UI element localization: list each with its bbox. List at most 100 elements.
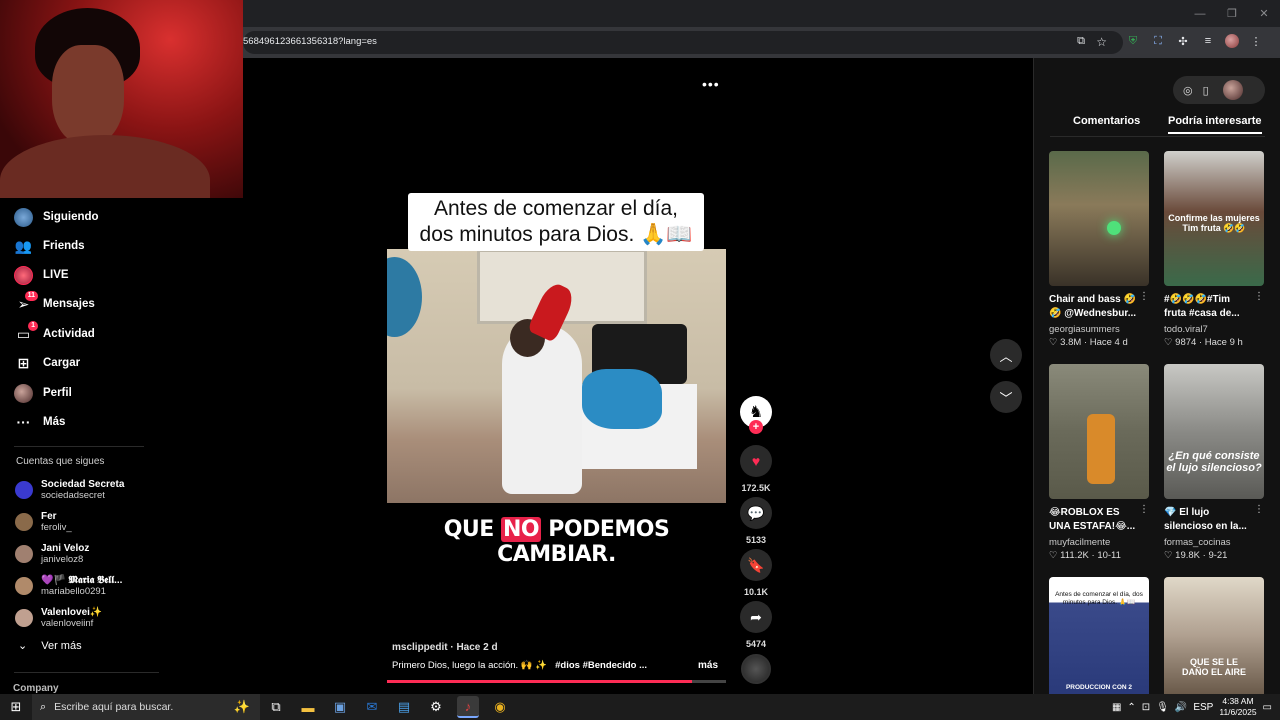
suggested-video-card[interactable]: QUE SE LE DAÑO EL AIRE xyxy=(1164,577,1264,694)
card-more-icon[interactable]: ⋮ xyxy=(1254,504,1264,515)
suggested-video-card[interactable]: Chair and bass 🤣 ⋮ 🤣 @Wednesbur... georg… xyxy=(1049,151,1149,348)
more-options-icon[interactable]: ••• xyxy=(702,76,720,92)
suggested-video-card[interactable]: Antes de comenzar el día, dos minutos pa… xyxy=(1049,577,1149,694)
tab-comentarios[interactable]: Comentarios xyxy=(1073,115,1140,127)
card-more-icon[interactable]: ⋮ xyxy=(1139,291,1149,302)
sidebar-item-friends[interactable]: 👥 Friends xyxy=(14,234,85,258)
video-thumbnail[interactable] xyxy=(1049,151,1149,286)
reading-list-icon[interactable]: ≡ xyxy=(1200,33,1216,49)
bookmark-star-icon[interactable]: ☆ xyxy=(1096,35,1107,49)
sidebar-item-perfil[interactable]: Perfil xyxy=(14,381,72,405)
followed-account[interactable]: Fer feroliv_ xyxy=(15,511,72,533)
next-video-button[interactable]: ﹀ xyxy=(990,381,1022,413)
followed-account[interactable]: Sociedad Secreta sociedadsecret xyxy=(15,479,124,501)
task-view-icon[interactable]: ⧉ xyxy=(265,696,287,718)
app-icon[interactable]: ▤ xyxy=(393,696,415,718)
volume-icon[interactable]: 🔊 xyxy=(1175,702,1187,713)
video-thumbnail[interactable]: Confirme las mujeres Tim fruta 🤣🤣 xyxy=(1164,151,1264,286)
video-thumbnail[interactable] xyxy=(1049,364,1149,499)
install-app-icon[interactable]: ⧉ xyxy=(1077,35,1085,48)
card-likes: 111.2K xyxy=(1060,550,1089,561)
follow-plus-button[interactable]: + xyxy=(749,420,763,434)
address-bar[interactable]: 568496123661356318?lang=es ⧉ ☆ xyxy=(243,31,1123,54)
see-more-button[interactable]: ⌄ Ver más xyxy=(18,639,82,653)
maximize-button[interactable]: ❐ xyxy=(1216,0,1248,27)
taskbar-search[interactable]: ⌕ Escribe aquí para buscar. ✨ xyxy=(32,694,260,720)
bookmark-icon[interactable]: 🔖 xyxy=(740,549,772,581)
sidebar-item-actividad[interactable]: ▭ 1 Actividad xyxy=(14,320,95,346)
network-icon[interactable]: ⊡ xyxy=(1142,702,1150,713)
close-button[interactable]: ✕ xyxy=(1248,0,1280,27)
description-more-button[interactable]: más xyxy=(698,660,718,671)
tiktok-studio-icon[interactable]: ♪ xyxy=(457,696,479,718)
card-title-line2: 🤣 @Wednesbur... xyxy=(1049,308,1137,319)
profile-avatar-icon xyxy=(14,383,33,403)
video-thumbnail[interactable]: ¿En qué consiste el lujo silencioso? xyxy=(1164,364,1264,499)
comment-action[interactable]: 💬 5133 xyxy=(740,497,772,545)
sidebar-item-cargar[interactable]: ⊞ Cargar xyxy=(14,351,80,375)
compass-icon[interactable]: ◎ xyxy=(1183,84,1193,97)
like-action[interactable]: ♥ 172.5K xyxy=(740,445,772,493)
card-more-icon[interactable]: ⋮ xyxy=(1139,504,1149,515)
windows-start-icon[interactable]: ⊞ xyxy=(0,694,32,720)
profile-avatar[interactable] xyxy=(1225,34,1239,48)
sidebar-item-label: Más xyxy=(43,416,66,428)
video-thumbnail[interactable]: QUE SE LE DAÑO EL AIRE xyxy=(1164,577,1264,694)
translate-extension-icon[interactable]: ⛶ xyxy=(1150,33,1166,49)
video-author-meta[interactable]: msclippedit · Hace 2 d xyxy=(392,642,498,653)
browser-menu-icon[interactable]: ⋮ xyxy=(1248,33,1264,49)
blanket xyxy=(582,369,662,429)
video-progress-bar[interactable] xyxy=(387,680,726,683)
previous-video-button[interactable]: ︿ xyxy=(990,339,1022,371)
followed-account[interactable]: 💜🏴 𝕸𝖆𝖗𝖎𝖆 𝕭𝖊𝖑𝖑... mariabello0291 xyxy=(15,575,122,597)
followed-account[interactable]: Valenlovei✨ valenloveiinf xyxy=(15,607,102,629)
video-thumbnail[interactable]: Antes de comenzar el día, dos minutos pa… xyxy=(1049,577,1149,694)
notifications-icon[interactable]: ▭ xyxy=(1263,702,1272,713)
company-link[interactable]: Company xyxy=(13,683,59,694)
share-icon[interactable]: ➦ xyxy=(740,601,772,633)
user-avatar[interactable] xyxy=(1222,80,1243,100)
sound-disc-icon[interactable] xyxy=(741,654,771,684)
extension-icons: ⛨ ⛶ ✣ ≡ ⋮ xyxy=(1125,33,1264,49)
suggested-video-card[interactable]: ¿En qué consiste el lujo silencioso? 💎 E… xyxy=(1164,364,1264,561)
sidebar-item-mensajes[interactable]: ➢ 11 Mensajes xyxy=(14,290,95,316)
activity-icon: ▭ 1 xyxy=(14,320,38,344)
clock[interactable]: 4:38 AM 11/6/2025 xyxy=(1219,696,1256,718)
suggested-video-card[interactable]: 😂ROBLOX ES ⋮ UNA ESTAFA!😂... muyfacilmen… xyxy=(1049,364,1149,561)
sidebar-item-siguiendo[interactable]: Siguiendo xyxy=(14,205,99,229)
activity-badge: 1 xyxy=(28,320,38,331)
account-username: janiveloz8 xyxy=(41,554,84,565)
language-indicator[interactable]: ESP xyxy=(1193,702,1213,713)
shield-extension-icon[interactable]: ⛨ xyxy=(1125,33,1141,49)
share-action[interactable]: ➦ 5474 xyxy=(740,601,772,649)
save-action[interactable]: 🔖 10.1K xyxy=(740,549,772,597)
card-title-line2: fruta #casa de... xyxy=(1164,308,1240,319)
save-count: 10.1K xyxy=(743,587,769,597)
suggested-video-card[interactable]: Confirme las mujeres Tim fruta 🤣🤣 #🤣🤣🤣#T… xyxy=(1164,151,1264,348)
followed-account[interactable]: Jani Veloz janiveloz8 xyxy=(15,543,89,565)
phone-icon[interactable]: ▯ xyxy=(1203,84,1209,97)
account-name: 💜🏴 𝕸𝖆𝖗𝖎𝖆 𝕭𝖊𝖑𝖑... xyxy=(41,575,123,586)
tab-podria-interesarte[interactable]: Podría interesarte xyxy=(1168,115,1262,134)
file-explorer-icon[interactable]: ▬ xyxy=(297,696,319,718)
heart-icon[interactable]: ♥ xyxy=(740,445,772,477)
news-icon[interactable]: ▦ xyxy=(1112,702,1121,713)
card-username: georgiasummers xyxy=(1049,324,1120,335)
microphone-icon[interactable]: 🎙 xyxy=(1156,702,1169,713)
puzzle-extensions-icon[interactable]: ✣ xyxy=(1175,33,1191,49)
store-icon[interactable]: ▣ xyxy=(329,696,351,718)
chrome-icon[interactable]: ◉ xyxy=(489,696,511,718)
tray-chevron-up-icon[interactable]: ⌃ xyxy=(1127,702,1135,713)
sidebar-item-live[interactable]: LIVE xyxy=(14,263,69,287)
comment-icon[interactable]: 💬 xyxy=(740,497,772,529)
like-count: 172.5K xyxy=(741,483,771,493)
card-more-icon[interactable]: ⋮ xyxy=(1254,291,1264,302)
left-sidebar: Siguiendo 👥 Friends LIVE ➢ 11 Mensajes ▭ 1… xyxy=(0,198,243,694)
card-title: Chair and bass 🤣 xyxy=(1049,294,1136,305)
sidebar-item-mas[interactable]: ··· Más xyxy=(14,410,66,434)
outlook-icon[interactable]: ✉ xyxy=(361,696,383,718)
windows-taskbar: ⊞ ⌕ Escribe aquí para buscar. ✨ ⧉ ▬ ▣ ✉ … xyxy=(0,694,1280,720)
steam-icon[interactable]: ⚙ xyxy=(425,696,447,718)
description-tags[interactable]: #dios #Bendecido ... xyxy=(555,660,647,671)
minimize-button[interactable]: — xyxy=(1184,0,1216,27)
